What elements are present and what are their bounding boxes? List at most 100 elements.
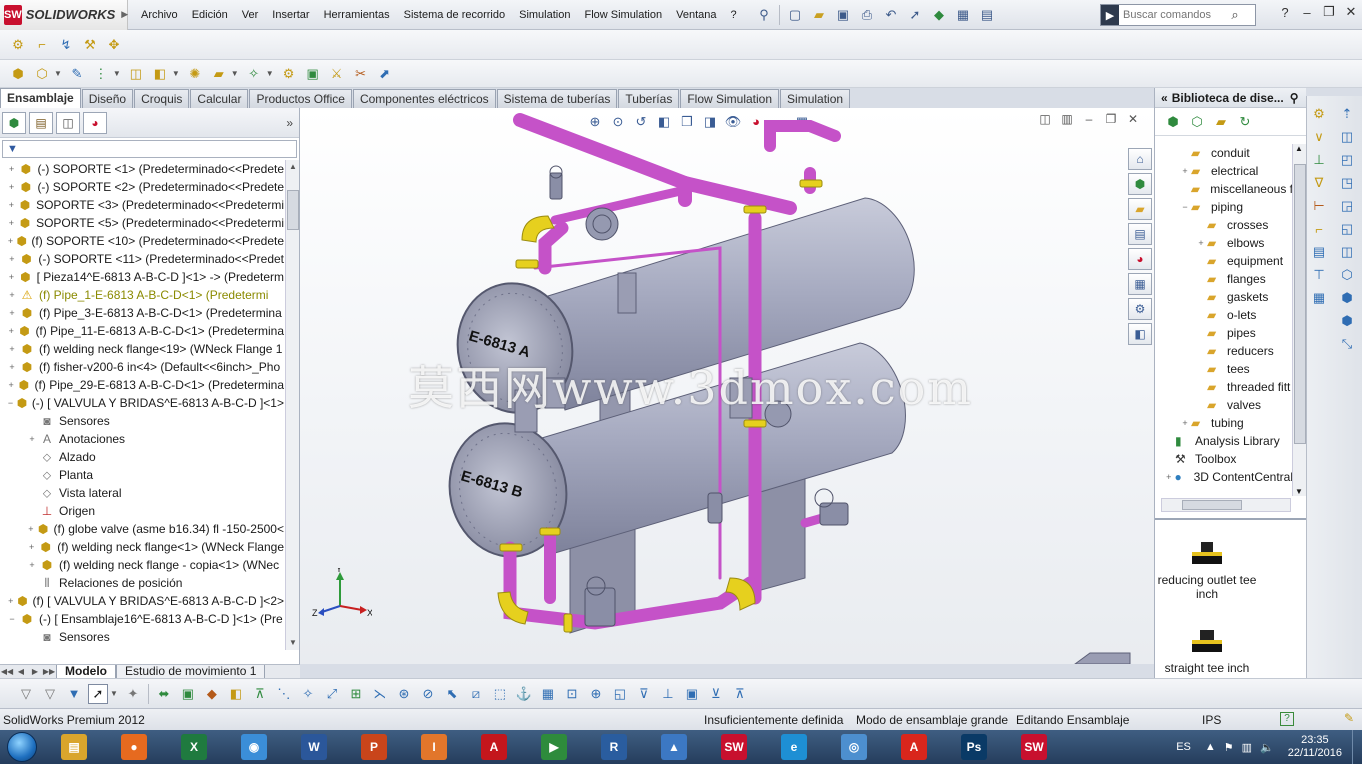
library-tree-item[interactable]: ▮ Analysis Library <box>1155 432 1293 450</box>
filter-dimensions-icon[interactable]: ⬉ <box>442 684 462 704</box>
tree-item[interactable]: ⬦ Alzado <box>0 448 284 466</box>
instant3d-icon[interactable]: ▣ <box>303 64 323 84</box>
taskbar-app-excel[interactable]: X <box>166 731 222 763</box>
library-scroll-up-icon[interactable]: ▲ <box>1295 144 1303 153</box>
expand-toggle-icon[interactable]: + <box>6 380 16 390</box>
tree-item[interactable]: + ⬢ (-) SOPORTE <2> (Predeterminado<<Prede… <box>0 178 284 196</box>
taskbar-app-chrome[interactable]: ◉ <box>226 731 282 763</box>
smart-fastener-icon[interactable]: ⚒ <box>80 35 100 55</box>
display-manager-tab-icon[interactable]: ◕ <box>83 111 107 134</box>
start-route-icon[interactable]: ⚙ <box>1309 104 1329 124</box>
cube-back-icon[interactable]: ◱ <box>1337 219 1357 239</box>
expand-toggle-icon[interactable]: + <box>26 434 38 444</box>
search-scope-icon[interactable]: ▶ <box>1101 5 1119 25</box>
library-tree-item[interactable]: + ▰ elbows <box>1155 234 1293 252</box>
library-tree-item[interactable]: ⚒ Toolbox <box>1155 450 1293 468</box>
edit-route-icon[interactable]: ∇ <box>1309 173 1329 193</box>
flow-simulation-icon[interactable]: ◧ <box>1128 323 1152 345</box>
cube-bottom-icon[interactable]: ⬡ <box>1337 265 1357 285</box>
collapse-panel-icon[interactable]: « <box>1161 91 1168 105</box>
app-logo[interactable]: SW SOLIDWORKS ▶ <box>0 0 128 30</box>
tree-item[interactable]: + ⬢ (f) SOPORTE <10> (Predeterminado<<Pred… <box>0 232 284 250</box>
edit-component-icon[interactable]: ◧ <box>150 64 170 84</box>
filter-datum-targets-icon[interactable]: ⊡ <box>562 684 582 704</box>
taskbar-app-powerpoint[interactable]: P <box>346 731 402 763</box>
feature-tree-scrollbar[interactable]: ▲ ▼ <box>285 160 299 650</box>
graphics-area[interactable]: ⊕ ⊙ ↺ ◧ ❒ ◨ 👁 ◕ ☁ ▦ ◫ ▥ – ❐ ✕ E-6813 A E… <box>300 108 1154 664</box>
library-tree-item[interactable]: ▰ threaded fitt <box>1155 378 1293 396</box>
scroll-down-icon[interactable]: ▼ <box>286 636 300 650</box>
taskbar-app-explorer[interactable]: ▤ <box>46 731 102 763</box>
cube-iso-icon[interactable]: ◲ <box>1337 196 1357 216</box>
tab-tuberias[interactable]: Tuberías <box>618 89 680 108</box>
show-desktop-button[interactable] <box>1352 730 1362 764</box>
taskbar-app-acrobat[interactable]: A <box>886 731 942 763</box>
undo-icon[interactable]: ↶ <box>880 4 902 26</box>
filter-faces-icon[interactable]: ◆ <box>202 684 222 704</box>
assembly-features-icon[interactable]: ⬡ <box>32 64 52 84</box>
tree-item[interactable]: ⊥ Origen <box>0 502 284 520</box>
taskbar-app-autodesk-p[interactable]: ▲ <box>646 731 702 763</box>
tab-ensamblaje[interactable]: Ensamblaje <box>0 88 81 108</box>
expand-toggle-icon[interactable]: + <box>6 200 17 210</box>
interference-detection-icon[interactable]: ⚔ <box>327 64 347 84</box>
bom-route-icon[interactable]: ▦ <box>1309 288 1329 308</box>
expand-toggle-icon[interactable]: + <box>26 560 38 570</box>
partial-component[interactable] <box>1074 652 1131 664</box>
library-tree-item[interactable]: ▰ pipes <box>1155 324 1293 342</box>
filter-geometric-tolerances-icon[interactable]: ⬚ <box>490 684 510 704</box>
filter-routing-points-icon[interactable]: ▣ <box>682 684 702 704</box>
expand-toggle-icon[interactable]: + <box>6 326 17 336</box>
file-properties-icon[interactable]: ▦ <box>952 4 974 26</box>
tab-simulation[interactable]: Simulation <box>780 89 851 108</box>
taskbar-app-photoshop[interactable]: Ps <box>946 731 1002 763</box>
expand-toggle-icon[interactable]: + <box>6 308 18 318</box>
library-tree-item[interactable]: ▰ miscellaneous f <box>1155 180 1293 198</box>
library-tree-item[interactable]: ▰ o-lets <box>1155 306 1293 324</box>
expand-toggle-icon[interactable]: + <box>26 542 37 552</box>
tab-diseno[interactable]: Diseño <box>81 89 134 108</box>
start-button[interactable] <box>0 730 44 764</box>
expand-toggle-icon[interactable]: + <box>6 362 18 372</box>
toggle-filter-icon[interactable]: ▽ <box>40 684 60 704</box>
tree-item[interactable]: + ⬢ (f) welding neck flange - copia<1> (WN… <box>0 556 284 574</box>
taskbar-app-word[interactable]: W <box>286 731 342 763</box>
select-cursor-icon[interactable]: ➚ <box>904 4 926 26</box>
add-to-library-icon[interactable]: ⬢ <box>1163 112 1183 132</box>
taskbar-app-revit[interactable]: R <box>586 731 642 763</box>
filter-weld-symbols-icon[interactable]: ▦ <box>538 684 558 704</box>
bill-of-materials-icon[interactable]: ⚙ <box>279 64 299 84</box>
auto-route-icon[interactable]: ∨ <box>1309 127 1329 147</box>
refresh-icon[interactable]: ↻ <box>1235 112 1255 132</box>
expand-toggle-icon[interactable]: + <box>6 596 15 606</box>
search-icon[interactable]: ⌕ <box>1225 7 1245 23</box>
menu-archivo[interactable]: Archivo <box>134 9 185 21</box>
reference-triad[interactable]: Y X Z <box>312 568 372 628</box>
library-tree-item[interactable]: ▰ reducers <box>1155 342 1293 360</box>
tree-item[interactable]: − ⬢ (-) [ Ensamblaje16^E-6813 A-B-C-D ]<1>… <box>0 610 284 628</box>
menu-ver[interactable]: Ver <box>235 9 266 21</box>
filter-centerline-icon[interactable]: ⊘ <box>418 684 438 704</box>
tree-item[interactable]: + ⬢ SOPORTE <3> (Predeterminado<<Predeterm… <box>0 196 284 214</box>
expand-toggle-icon[interactable]: − <box>6 398 15 408</box>
menu-insertar[interactable]: Insertar <box>265 9 316 21</box>
show-hidden-icons-icon[interactable]: ▲ <box>1205 741 1216 753</box>
library-scroll-thumb[interactable] <box>1294 164 1306 444</box>
library-tree-item[interactable]: ▰ flanges <box>1155 270 1293 288</box>
library-scroll-down-icon[interactable]: ▼ <box>1295 487 1303 496</box>
tree-filter[interactable]: ▼ <box>2 140 297 158</box>
help-status-icon[interactable]: ? <box>1280 712 1294 726</box>
tree-item[interactable]: ⫴ Relaciones de posición <box>0 574 284 592</box>
expand-toggle-icon[interactable]: + <box>1179 418 1191 428</box>
feature-manager-tab-icon[interactable]: ⬢ <box>2 111 26 134</box>
options-icon[interactable]: ▤ <box>976 4 998 26</box>
filter-toolbar-icon[interactable]: ▼ <box>64 684 84 704</box>
tree-item[interactable]: + ⬢ (f) fisher-v200-6 in<4> (Default<<6inc… <box>0 358 284 376</box>
status-units[interactable]: IPS <box>1202 713 1221 727</box>
menu-herramientas[interactable]: Herramientas <box>317 9 397 21</box>
appearances-icon[interactable]: ◕ <box>1128 248 1152 270</box>
dropdown-arrow-icon[interactable]: ▼ <box>110 689 118 698</box>
print-icon[interactable]: ⎙ <box>856 4 878 26</box>
pin-panel-icon[interactable]: ⚲ <box>1290 91 1299 105</box>
last-tab-icon[interactable]: ▶▶ <box>42 667 56 676</box>
